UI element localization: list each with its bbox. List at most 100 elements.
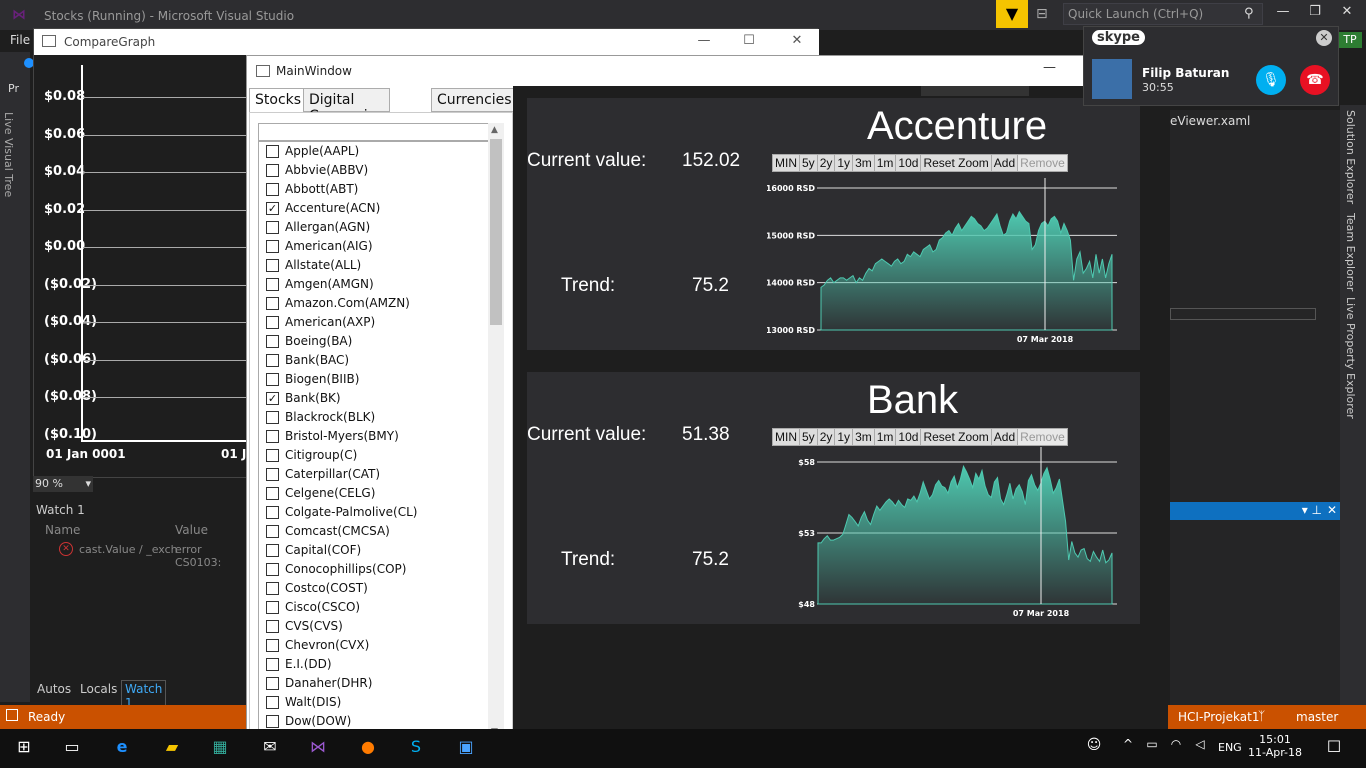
watch-col-value[interactable]: Value (175, 523, 208, 537)
cg-maximize-button[interactable]: ☐ (734, 33, 764, 48)
checkbox[interactable] (266, 411, 279, 424)
list-item[interactable]: American(AXP) (259, 313, 489, 332)
watch-col-name[interactable]: Name (45, 523, 80, 537)
quick-launch-input[interactable]: Quick Launch (Ctrl+Q) (1063, 3, 1263, 25)
volume-icon[interactable]: ◁ (1188, 737, 1212, 759)
mw-minimize-button[interactable]: — (1043, 60, 1056, 75)
checkbox[interactable] (266, 278, 279, 291)
checkbox[interactable] (266, 563, 279, 576)
search-input[interactable] (258, 123, 490, 141)
list-item[interactable]: E.I.(DD) (259, 655, 489, 674)
list-item[interactable]: Caterpillar(CAT) (259, 465, 489, 484)
cg-minimize-button[interactable]: — (689, 33, 719, 48)
scroll-up-icon[interactable]: ▲ (491, 125, 498, 135)
checkbox[interactable]: ✓ (266, 202, 279, 215)
watch-expression[interactable]: cast.Value / _exch (79, 543, 178, 556)
wifi-icon[interactable]: ◠ (1164, 737, 1188, 759)
checkbox[interactable] (266, 639, 279, 652)
checkbox[interactable] (266, 164, 279, 177)
checkbox[interactable] (266, 506, 279, 519)
checkbox[interactable] (266, 487, 279, 500)
list-item[interactable]: Biogen(BIIB) (259, 370, 489, 389)
list-item[interactable]: Celgene(CELG) (259, 484, 489, 503)
checkbox[interactable] (266, 601, 279, 614)
search-icon[interactable]: ⚲ (1244, 6, 1254, 21)
list-item[interactable]: Allergan(AGN) (259, 218, 489, 237)
firefox-icon[interactable]: ● (356, 737, 380, 759)
checkbox[interactable] (266, 449, 279, 462)
list-item[interactable]: Amazon.Com(AMZN) (259, 294, 489, 313)
tab-currencies[interactable]: Currencies (431, 88, 518, 112)
checkbox[interactable]: ✓ (266, 392, 279, 405)
list-item[interactable]: Costco(COST) (259, 579, 489, 598)
list-item[interactable]: Amgen(AMGN) (259, 275, 489, 294)
zoom-select[interactable]: 90 % ▾ (33, 476, 93, 492)
close-icon[interactable]: ✕ (1316, 30, 1332, 46)
cg-close-button[interactable]: ✕ (782, 33, 812, 48)
checkbox[interactable] (266, 259, 279, 272)
checkbox[interactable] (266, 335, 279, 348)
close-icon[interactable]: ✕ (1327, 503, 1337, 517)
checkbox[interactable] (266, 715, 279, 728)
checkbox[interactable] (266, 582, 279, 595)
people-icon[interactable]: ☺ (1082, 737, 1106, 759)
file-explorer-icon[interactable]: ▰ (160, 737, 184, 759)
checkbox[interactable] (266, 183, 279, 196)
hang-up-icon[interactable]: ☎ (1300, 65, 1330, 95)
list-item[interactable]: American(AIG) (259, 237, 489, 256)
tab-live-property-explorer[interactable]: Live Property Explorer (1344, 297, 1357, 419)
checkbox[interactable] (266, 316, 279, 329)
tab-locals[interactable]: Locals (80, 682, 117, 696)
list-item[interactable]: ✓ Bank(BK) (259, 389, 489, 408)
list-item[interactable]: Comcast(CMCSA) (259, 522, 489, 541)
user-avatar[interactable]: TP (1338, 32, 1362, 48)
list-item[interactable]: Walt(DIS) (259, 693, 489, 712)
visual-studio-taskbar-icon[interactable]: ⋈ (306, 737, 330, 759)
checkbox[interactable] (266, 297, 279, 310)
list-item[interactable]: Boeing(BA) (259, 332, 489, 351)
checkbox[interactable] (266, 677, 279, 690)
tab-digital-currencies[interactable]: Digital Currencies (303, 88, 390, 124)
status-branch[interactable]: master (1296, 710, 1338, 724)
live-visual-tree-tab[interactable]: Live Visual Tree (2, 112, 15, 197)
battery-icon[interactable]: ▭ (1140, 737, 1164, 759)
checkbox[interactable] (266, 373, 279, 386)
checkbox[interactable] (266, 240, 279, 253)
checkbox[interactable] (266, 221, 279, 234)
microphone-icon[interactable]: 🎙 (1256, 65, 1286, 95)
list-item[interactable]: Capital(COF) (259, 541, 489, 560)
checkbox[interactable] (266, 468, 279, 481)
list-item[interactable]: Apple(AAPL) (259, 142, 489, 161)
list-scrollbar[interactable]: ▲ ▼ (488, 123, 504, 741)
pin-icon[interactable]: ▾ ⊥ (1302, 503, 1322, 517)
list-item[interactable]: Abbott(ABT) (259, 180, 489, 199)
checkbox[interactable] (266, 145, 279, 158)
store-icon[interactable]: ▦ (208, 737, 232, 759)
list-item[interactable]: Cisco(CSCO) (259, 598, 489, 617)
list-item[interactable]: Chevron(CVX) (259, 636, 489, 655)
filter-icon[interactable]: ▼ (996, 0, 1028, 28)
list-item[interactable]: Blackrock(BLK) (259, 408, 489, 427)
list-item[interactable]: Abbvie(ABBV) (259, 161, 489, 180)
price-chart[interactable]: 16000 RSD 15000 RSD 14000 RSD 13000 RSD 07 M… (767, 168, 1117, 343)
open-file-tab[interactable]: eViewer.xaml (1170, 114, 1250, 128)
language-indicator[interactable]: ENG (1218, 741, 1242, 754)
splitter-grip[interactable] (921, 86, 1029, 96)
menu-file[interactable]: File (10, 33, 30, 47)
list-item[interactable]: Conocophillips(COP) (259, 560, 489, 579)
tab-team-explorer[interactable]: Team Explorer (1344, 213, 1357, 291)
menu-project[interactable]: Pr (8, 82, 19, 95)
list-item[interactable]: Bristol-Myers(BMY) (259, 427, 489, 446)
tab-solution-explorer[interactable]: Solution Explorer (1344, 110, 1357, 204)
task-view-icon[interactable]: ▭ (60, 737, 84, 759)
skype-taskbar-icon[interactable]: S (404, 737, 428, 759)
checkbox[interactable] (266, 544, 279, 557)
checkbox[interactable] (266, 696, 279, 709)
action-center-icon[interactable]: ☐ (1322, 737, 1346, 759)
checkbox[interactable] (266, 620, 279, 633)
clock[interactable]: 15:01 11-Apr-18 (1248, 733, 1302, 759)
status-project[interactable]: HCI-Projekat1 (1178, 710, 1259, 724)
close-button[interactable]: ✕ (1332, 4, 1362, 26)
mail-icon[interactable]: ✉ (258, 737, 282, 759)
price-chart[interactable]: $58 $53 $48 07 Mar 2018 (767, 442, 1117, 617)
